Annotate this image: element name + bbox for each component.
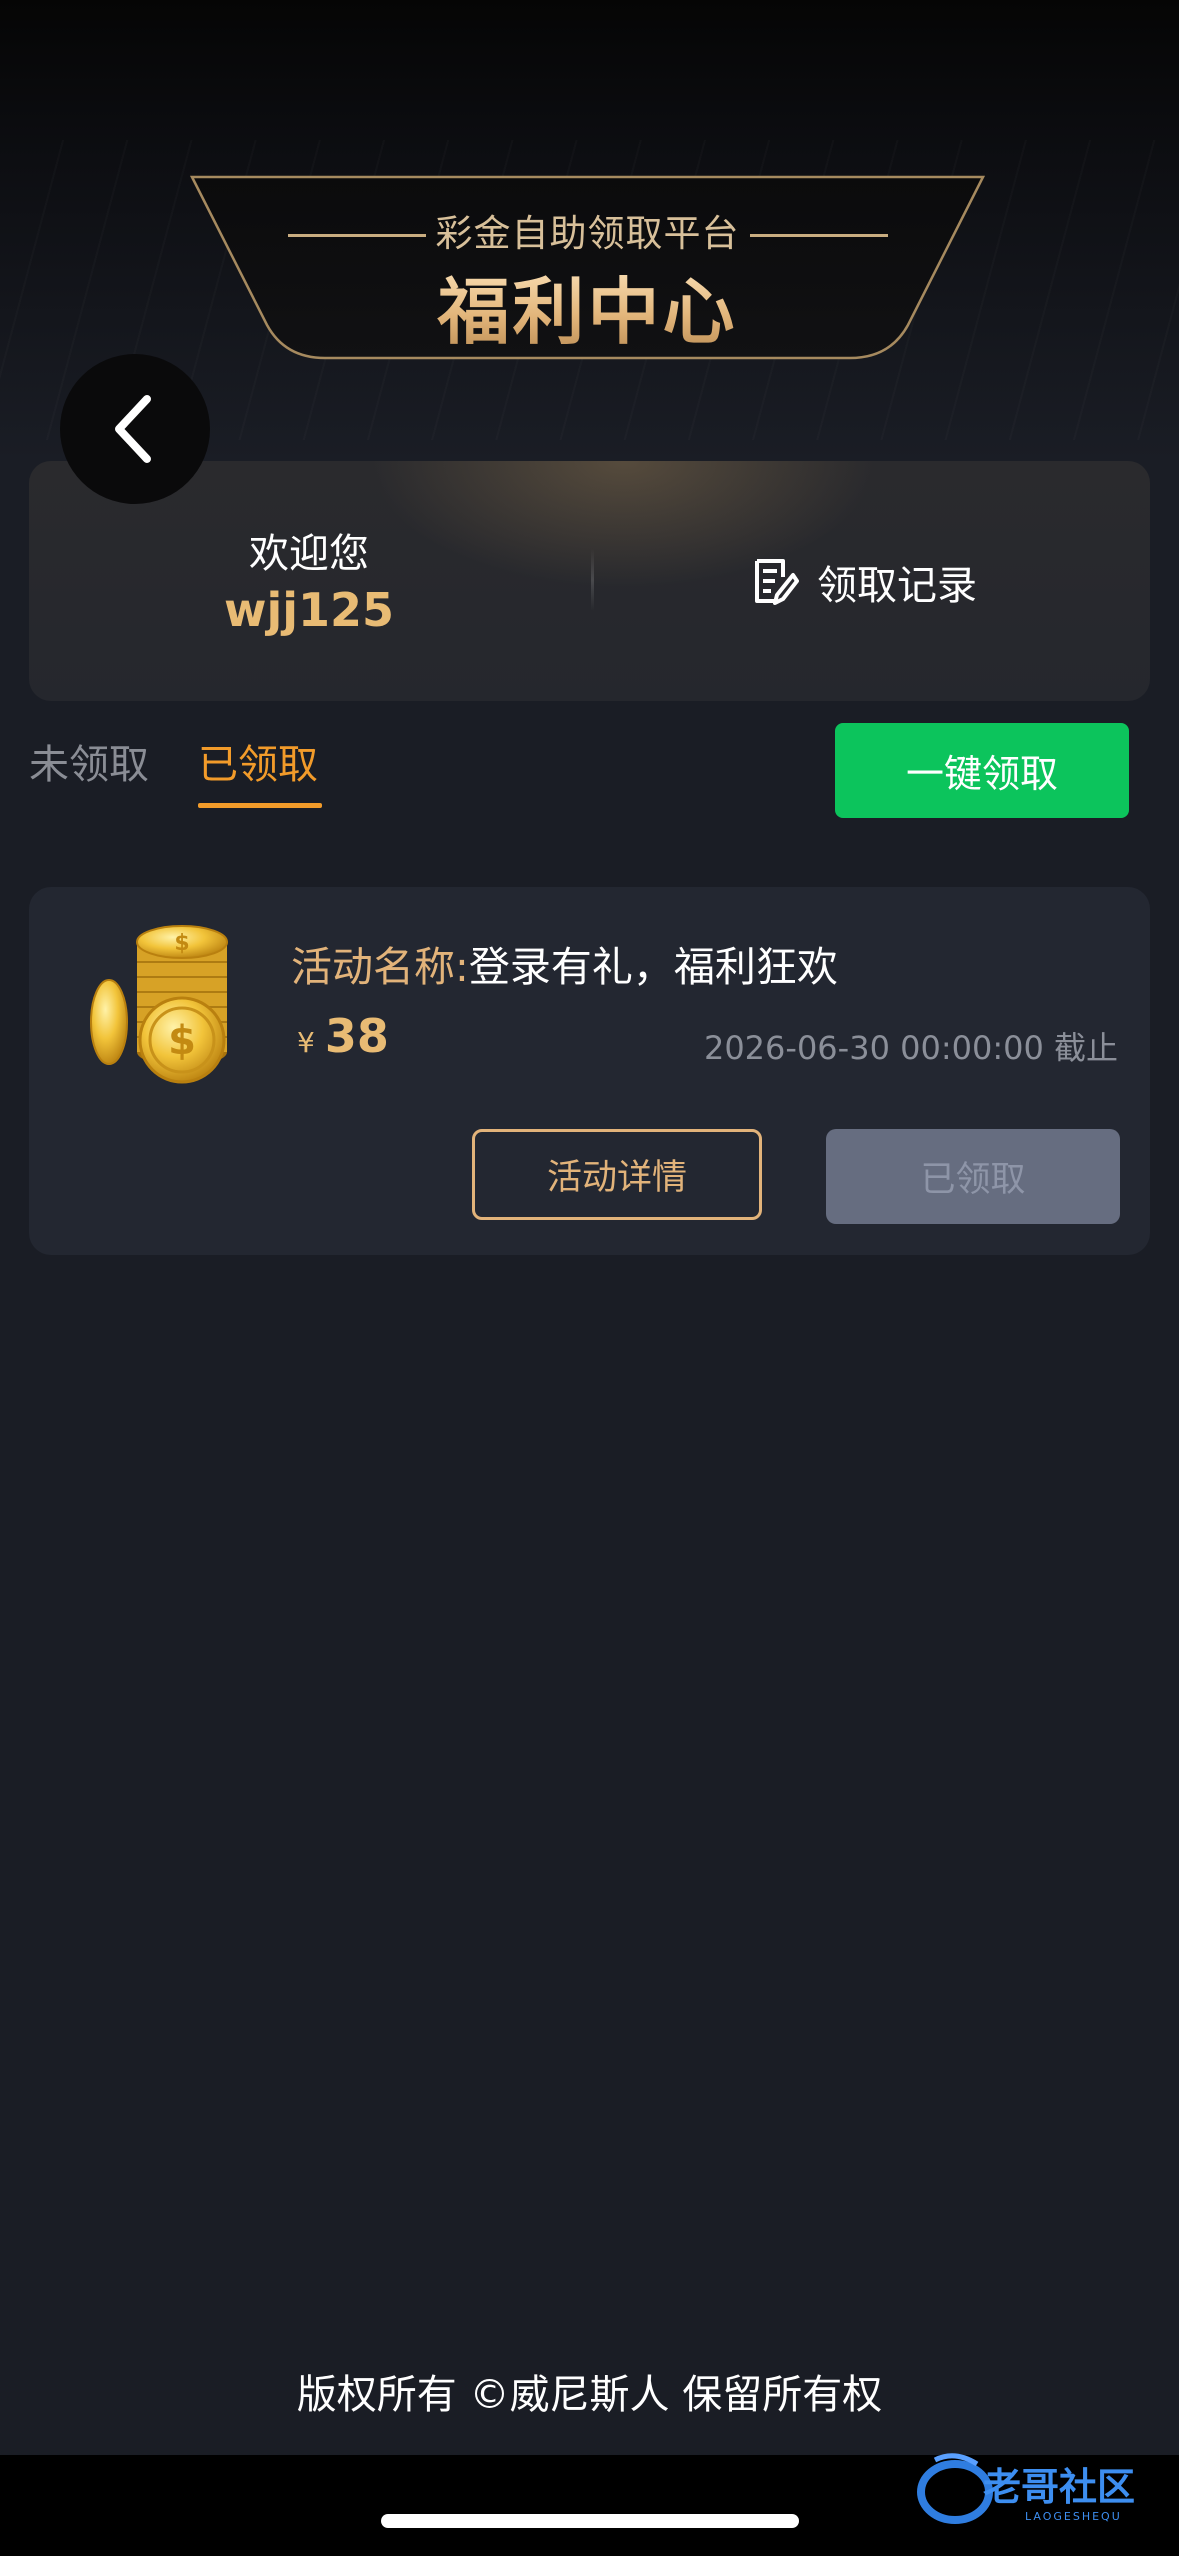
banner-subtitle: 彩金自助领取平台 [190,203,985,257]
activity-name: 活动名称:登录有礼，福利狂欢 [291,933,838,993]
activity-detail-button[interactable]: 活动详情 [472,1129,762,1220]
welcome-block: 欢迎您 wjj125 [29,521,589,637]
welcome-card: 欢迎您 wjj125 领取记录 [29,461,1150,701]
watermark-text: 老哥社区 [983,2465,1135,2509]
tab-unclaimed[interactable]: 未领取 [29,732,149,790]
activity-name-value: 登录有礼，福利狂欢 [468,943,838,991]
activity-name-label: 活动名称: [291,943,469,991]
active-tab-underline [198,803,322,808]
welcome-label: 欢迎您 [249,531,369,577]
deadline: 2026-06-30 00:00:00 截止 [703,1029,1118,1067]
claimed-status-button: 已领取 [826,1129,1120,1224]
claim-all-button[interactable]: 一键领取 [835,723,1129,818]
banner-title: 福利中心 [190,253,985,358]
svg-text:$: $ [168,1018,196,1064]
divider [591,549,594,611]
tab-claimed[interactable]: 已领取 [198,732,318,790]
watermark-subtext: LAOGESHEQU [1025,2510,1122,2523]
activity-card: $ $ 活动名称:登录有礼，福利狂欢 ¥38 2026-06-30 00:00:… [29,887,1150,1255]
reward-amount: ¥38 [297,1009,389,1063]
title-banner: 彩金自助领取平台 福利中心 [190,175,985,360]
coins-stack-icon: $ $ [90,925,228,1084]
copyright-footer: 版权所有 ©威尼斯人 保留所有权 [296,2372,883,2418]
home-indicator[interactable] [381,2514,799,2528]
svg-text:$: $ [174,931,189,956]
amount-value: 38 [324,1009,389,1063]
record-link-label: 领取记录 [817,563,977,609]
back-chevron-icon [115,395,151,463]
currency-symbol: ¥ [297,1026,315,1059]
record-document-icon [755,559,799,605]
back-button[interactable] [60,354,210,504]
username: wjj125 [223,583,395,637]
watermark-logo: 老哥社区 LAOGESHEQU [917,2453,1135,2524]
record-link[interactable]: 领取记录 [753,553,977,611]
banner-subtitle-text: 彩金自助领取平台 [435,212,740,255]
